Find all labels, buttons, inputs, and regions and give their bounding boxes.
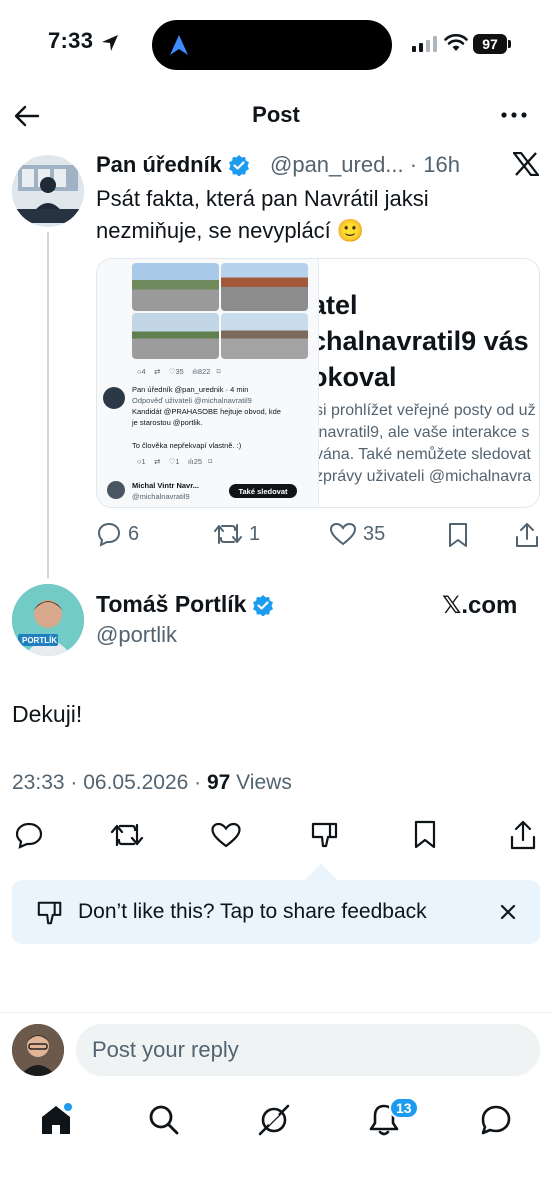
- portrait-avatar-icon: [12, 584, 84, 656]
- current-user-avatar[interactable]: [12, 1024, 64, 1076]
- repost-icon[interactable]: [110, 820, 144, 850]
- card-screenshot: ○4 ⇄ ♡35 ılı822 ⌑ Pan úředník @pan_uredn…: [97, 259, 319, 507]
- post-handle[interactable]: @pan_ured... · 16h: [270, 152, 460, 178]
- notifications-badge: 13: [389, 1097, 419, 1119]
- street-photo-3: [132, 313, 219, 359]
- main-post-author[interactable]: Tomáš Portlík: [96, 591, 274, 618]
- main-post-handle[interactable]: @portlik: [96, 622, 177, 648]
- dynamic-island: [152, 20, 392, 70]
- street-photo-4: [221, 313, 308, 359]
- wifi-icon: [444, 34, 468, 51]
- close-icon[interactable]: [500, 904, 516, 920]
- search-icon[interactable]: [146, 1102, 182, 1138]
- author-avatar[interactable]: PORTLÍK: [12, 584, 84, 656]
- street-photo-2: [221, 263, 308, 311]
- post-author[interactable]: Pan úředník: [96, 152, 250, 178]
- reply-icon[interactable]: [14, 821, 44, 849]
- shot-avatar: [103, 387, 125, 409]
- card-heading: atel chalnavratil9 vás okoval: [319, 290, 529, 392]
- shot-author: Pan úředník @pan_urednik · 4 min: [132, 385, 249, 394]
- reply-icon: [97, 522, 121, 547]
- location-arrow-icon: [102, 35, 118, 51]
- card-body: si prohlížet veřejné posty od už lnavrat…: [319, 402, 536, 485]
- divider: [0, 1012, 552, 1013]
- repost-button[interactable]: 1: [213, 521, 260, 547]
- avatar[interactable]: [12, 155, 84, 227]
- feedback-text: Don’t like this? Tap to share feedback: [78, 900, 427, 923]
- shot-stats-row2: ○1 ⇄ ♡1 ılı25 ⌑: [137, 457, 213, 466]
- card-text-panel: atel chalnavratil9 vás okoval si prohlíž…: [319, 259, 539, 507]
- heart-icon[interactable]: [210, 821, 242, 849]
- avatar-label: PORTLÍK: [22, 636, 58, 645]
- navigation-arrow-icon: [170, 35, 188, 55]
- shot-profile-handle: @michalnavratil9: [132, 492, 190, 501]
- embedded-image-card[interactable]: ○4 ⇄ ♡35 ılı822 ⌑ Pan úředník @pan_uredn…: [96, 258, 540, 508]
- home-icon[interactable]: [38, 1102, 74, 1138]
- bookmark-icon[interactable]: [412, 820, 438, 850]
- reply-input[interactable]: Post your reply: [76, 1024, 540, 1076]
- share-icon[interactable]: [509, 819, 537, 851]
- post-meta: 23:33 · 06.05.2026 · 97 Views: [12, 771, 292, 794]
- messages-icon[interactable]: [478, 1102, 514, 1138]
- main-post-text: Dekuji!: [12, 701, 83, 727]
- reply-button[interactable]: 6: [96, 521, 139, 547]
- shot-text-line2: je starostou @portlik.: [132, 418, 203, 427]
- source-label: 𝕏.com: [442, 592, 518, 619]
- shot-profile-avatar: [107, 481, 125, 499]
- shot-profile-name: Michal Vintr Navr...: [132, 481, 199, 490]
- main-post-actions: [0, 814, 552, 854]
- post-text: Psát fakta, která pan Navrátil jaksi nez…: [96, 186, 429, 243]
- verified-badge-icon: [228, 155, 249, 176]
- cellular-signal-icon: [412, 36, 437, 52]
- shot-reply-to: Odpověď uživateli @michalnavratil9: [132, 396, 252, 405]
- verified-badge-icon: [253, 595, 274, 616]
- shot-text-line1: Kandidát @PRAHASOBE hejtuje obvod, kde: [132, 407, 281, 416]
- shot-text-line3: To člověka nepřekvapí vlastně. :): [132, 441, 242, 450]
- like-button[interactable]: 35: [329, 521, 385, 547]
- thread-line: [47, 232, 49, 578]
- status-time: 7:33: [48, 28, 94, 53]
- shot-follow-button: Také sledovat: [229, 484, 297, 498]
- shot-stats-row1: ○4 ⇄ ♡35 ılı822 ⌑: [137, 367, 221, 376]
- heart-icon: [329, 522, 357, 546]
- share-icon[interactable]: [514, 521, 540, 549]
- battery-tip: [508, 40, 511, 48]
- more-options-icon[interactable]: [500, 111, 528, 119]
- clerk-avatar-icon: [12, 155, 84, 227]
- x-logo-icon: [513, 152, 539, 176]
- feedback-banner[interactable]: Don’t like this? Tap to share feedback: [12, 880, 540, 944]
- bookmark-icon[interactable]: [446, 522, 470, 548]
- dislike-icon: [37, 901, 62, 925]
- user-avatar-icon: [12, 1024, 64, 1076]
- post-actions: 6 1 35: [96, 521, 540, 551]
- street-photo-1: [132, 263, 219, 311]
- repost-icon: [214, 524, 242, 544]
- grok-icon[interactable]: [256, 1102, 292, 1138]
- dislike-icon[interactable]: [310, 820, 340, 850]
- battery-indicator: 97: [473, 34, 507, 54]
- reply-placeholder: Post your reply: [92, 1037, 239, 1062]
- bottom-nav: [0, 1092, 552, 1148]
- page-title: Post: [252, 102, 300, 127]
